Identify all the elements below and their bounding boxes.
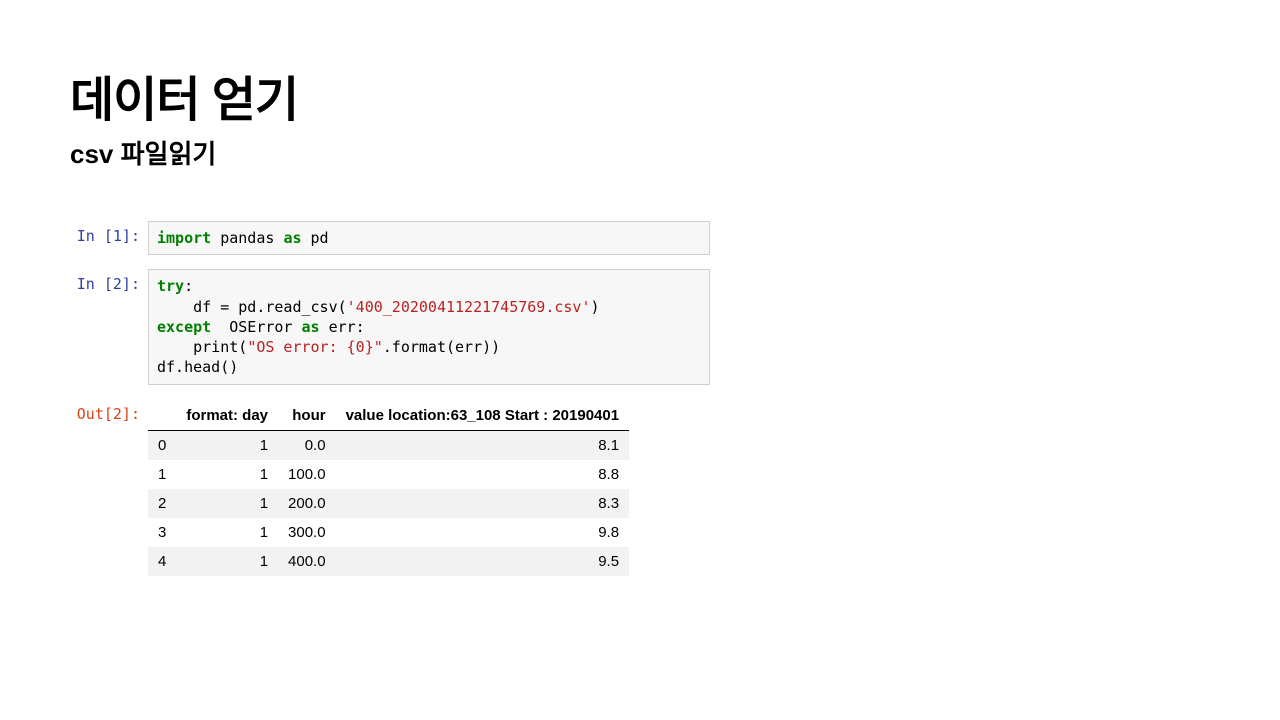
notebook-cell: In [2]:try: df = pd.read_csv('400_202004… (70, 269, 710, 384)
code-input[interactable]: try: df = pd.read_csv('400_2020041122174… (148, 269, 710, 384)
cell-prompt: In [2]: (70, 269, 148, 293)
table-row: 21200.08.3 (148, 489, 629, 518)
table-cell: 9.5 (336, 547, 630, 576)
table-row: 11100.08.8 (148, 460, 629, 489)
notebook-container: In [1]:import pandas as pdIn [2]:try: df… (70, 221, 710, 576)
table-cell: 8.1 (336, 430, 630, 460)
table-cell: 1 (176, 460, 278, 489)
table-header: hour (278, 401, 336, 431)
notebook-cell: In [1]:import pandas as pd (70, 221, 710, 255)
table-cell: 1 (176, 518, 278, 547)
table-cell: 2 (148, 489, 176, 518)
table-cell: 0 (148, 430, 176, 460)
table-row: 31300.09.8 (148, 518, 629, 547)
cell-prompt: Out[2]: (70, 399, 148, 423)
table-header: format: day (176, 401, 278, 431)
table-cell: 200.0 (278, 489, 336, 518)
table-row: 41400.09.5 (148, 547, 629, 576)
table-cell: 1 (148, 460, 176, 489)
notebook-cell: Out[2]:format: dayhourvalue location:63_… (70, 399, 710, 576)
table-header: value location:63_108 Start : 20190401 (336, 401, 630, 431)
table-cell: 4 (148, 547, 176, 576)
cell-prompt: In [1]: (70, 221, 148, 245)
table-cell: 100.0 (278, 460, 336, 489)
table-cell: 400.0 (278, 547, 336, 576)
table-cell: 8.3 (336, 489, 630, 518)
page-title: 데이터 얻기 (70, 60, 1210, 130)
output-table-wrap: format: dayhourvalue location:63_108 Sta… (148, 399, 710, 576)
table-cell: 1 (176, 489, 278, 518)
code-input[interactable]: import pandas as pd (148, 221, 710, 255)
table-header (148, 401, 176, 431)
table-cell: 1 (176, 547, 278, 576)
table-cell: 0.0 (278, 430, 336, 460)
slide: 데이터 얻기 csv 파일읽기 In [1]:import pandas as … (0, 0, 1280, 576)
table-cell: 9.8 (336, 518, 630, 547)
table-cell: 8.8 (336, 460, 630, 489)
table-cell: 300.0 (278, 518, 336, 547)
table-cell: 1 (176, 430, 278, 460)
table-row: 010.08.1 (148, 430, 629, 460)
table-cell: 3 (148, 518, 176, 547)
page-subtitle: csv 파일읽기 (70, 134, 1210, 171)
dataframe-table: format: dayhourvalue location:63_108 Sta… (148, 401, 629, 576)
